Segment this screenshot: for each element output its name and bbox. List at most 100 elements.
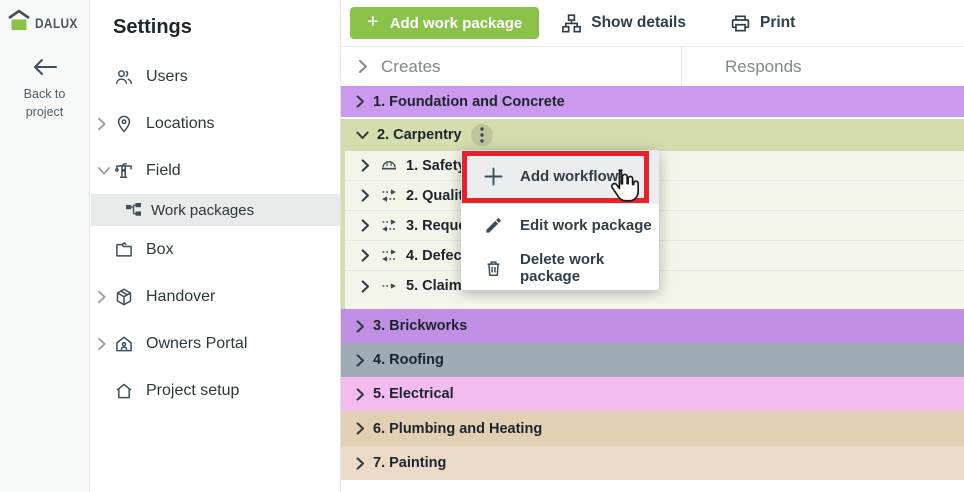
menu-item-edit-work-package[interactable]: Edit work package — [461, 204, 659, 247]
group-row-label: 5. Electrical — [373, 386, 454, 402]
menu-item-label: Edit work package — [520, 217, 652, 234]
chevron-right-icon — [361, 280, 370, 293]
group-row--carpentry[interactable]: 2. Carpentry — [341, 119, 964, 151]
sidebar-item-project-setup[interactable]: Project setup — [91, 367, 340, 414]
chevron-right-icon — [361, 219, 370, 232]
chevron-right-icon — [356, 388, 365, 401]
kebab-icon — [480, 127, 484, 143]
dalux-settings-window: DALUX Back to project Settings Users Loca… — [0, 0, 964, 492]
sidebar-item-handover[interactable]: Handover — [91, 273, 340, 320]
row-menu-kebab-button[interactable] — [471, 124, 493, 146]
location-pin-icon — [114, 114, 134, 134]
group-row--plumbing-and-heating[interactable]: 6. Plumbing and Heating — [341, 411, 964, 446]
chevron-right-icon — [97, 117, 107, 131]
exchange-arrows-icon — [380, 247, 398, 265]
hardhat-icon — [380, 157, 398, 175]
chevron-right-icon — [361, 159, 370, 172]
chevron-right-icon — [358, 59, 368, 74]
plus-icon — [484, 167, 503, 186]
chevron-right-icon — [356, 95, 365, 108]
pencil-icon — [484, 216, 503, 235]
sidebar-item-label: Owners Portal — [146, 335, 247, 353]
left-rail: DALUX Back to project — [0, 0, 90, 492]
folder-icon — [114, 240, 134, 260]
show-details-button[interactable]: Show details — [561, 13, 686, 34]
menu-item-label: Add workflow — [520, 168, 618, 185]
dalux-house-icon — [6, 9, 32, 38]
show-details-label: Show details — [591, 14, 686, 32]
column-header-creates[interactable]: Creates — [358, 57, 441, 77]
crane-icon — [114, 161, 134, 181]
group-row-label: 2. Carpentry — [377, 127, 462, 143]
workflow-row-label: 1. Safety — [406, 158, 466, 174]
printer-icon — [730, 13, 751, 34]
menu-item-label: Delete work package — [520, 251, 659, 285]
group-row-label: 1. Foundation and Concrete — [373, 94, 565, 110]
chevron-right-icon — [97, 290, 107, 304]
print-label: Print — [760, 14, 795, 32]
chevron-right-icon — [361, 249, 370, 262]
toolbar: + Add work package Show details — [341, 0, 964, 46]
sidebar-item-label: Project setup — [146, 382, 239, 400]
sidebar-item-locations[interactable]: Locations — [91, 100, 340, 147]
menu-item-delete-work-package[interactable]: Delete work package — [461, 247, 659, 290]
responds-header-label: Responds — [725, 57, 802, 76]
sidebar-item-label: Users — [146, 68, 188, 86]
group-row-label: 7. Painting — [373, 455, 446, 471]
page-title: Settings — [113, 16, 340, 39]
group-row--foundation-and-concrete[interactable]: 1. Foundation and Concrete — [341, 86, 964, 117]
print-button[interactable]: Print — [730, 13, 795, 34]
column-divider — [681, 47, 682, 86]
sidebar-nav: Users Locations Field Work packages Box Hando… — [91, 53, 340, 414]
exchange-arrows-icon — [380, 187, 398, 205]
dalux-logo: DALUX — [0, 0, 89, 38]
chevron-down-icon — [97, 166, 111, 176]
settings-sidebar: Settings Users Locations Field Work package… — [91, 0, 340, 492]
sidebar-item-label: Box — [146, 241, 174, 259]
chevron-right-icon — [97, 337, 107, 351]
sidebar-item-box[interactable]: Box — [91, 226, 340, 273]
workflow-icon — [125, 202, 142, 219]
add-work-package-label: Add work package — [390, 15, 523, 32]
group-row-label: 4. Roofing — [373, 352, 444, 368]
home-icon — [114, 381, 134, 401]
sidebar-item-owners-portal[interactable]: Owners Portal — [91, 320, 340, 367]
sidebar-item-label: Work packages — [151, 202, 254, 219]
group-row--painting[interactable]: 7. Painting — [341, 446, 964, 480]
org-chart-icon — [561, 13, 582, 34]
back-to-project-button[interactable]: Back to project — [0, 58, 89, 121]
creates-header-label: Creates — [381, 57, 441, 77]
chevron-down-icon — [356, 131, 369, 140]
menu-item-add-workflow[interactable]: Add workflow — [461, 150, 659, 204]
group-row-label: 6. Plumbing and Heating — [373, 421, 542, 437]
sidebar-item-work-packages[interactable]: Work packages — [91, 194, 340, 226]
group-row--roofing[interactable]: 4. Roofing — [341, 343, 964, 377]
table-header: Creates Responds — [341, 46, 964, 86]
trash-icon — [484, 259, 503, 278]
dashed-arrow-icon — [380, 277, 398, 295]
column-header-responds[interactable]: Responds — [725, 57, 802, 77]
sidebar-item-label: Handover — [146, 288, 215, 306]
package-icon — [114, 287, 134, 307]
chevron-right-icon — [356, 457, 365, 470]
house-user-icon — [114, 334, 134, 354]
exchange-arrows-icon — [380, 217, 398, 235]
add-work-package-button[interactable]: + Add work package — [350, 7, 539, 39]
sidebar-item-label: Field — [146, 162, 181, 180]
chevron-right-icon — [356, 320, 365, 333]
back-to-project-label: Back to project — [0, 85, 89, 121]
context-menu: Add workflow Edit work package Delete work… — [461, 150, 659, 290]
back-arrow-icon — [0, 58, 89, 81]
users-icon — [114, 67, 134, 87]
work-packages-panel: + Add work package Show details — [340, 0, 964, 492]
sidebar-item-label: Locations — [146, 115, 215, 133]
group-row--electrical[interactable]: 5. Electrical — [341, 377, 964, 411]
sidebar-item-field[interactable]: Field — [91, 147, 340, 194]
group-row-label: 3. Brickworks — [373, 318, 467, 334]
sidebar-item-users[interactable]: Users — [91, 53, 340, 100]
chevron-right-icon — [361, 189, 370, 202]
plus-icon: + — [367, 12, 379, 32]
workflow-row-label: 4. Defect — [406, 248, 466, 264]
group-row--brickworks[interactable]: 3. Brickworks — [341, 309, 964, 343]
chevron-right-icon — [356, 354, 365, 367]
